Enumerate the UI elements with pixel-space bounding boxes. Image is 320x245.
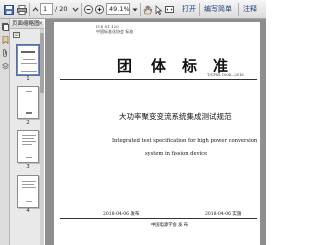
toolbar-separator [81, 3, 82, 16]
thumbnail-number: 2 [26, 120, 30, 126]
title-char-2: 体 [151, 57, 167, 75]
page-thumbnail-4[interactable] [17, 175, 39, 208]
thumbnail-number: 4 [26, 208, 30, 214]
toolbar-separator [140, 3, 141, 16]
prev-page-icon[interactable] [31, 3, 39, 16]
sign-link[interactable]: 编写简单 [204, 4, 232, 14]
bookmarks-panel-icon[interactable] [1, 35, 9, 44]
hand-tool-icon[interactable] [142, 3, 152, 16]
thumbnail-sidebar: 页面缩略图 × 1 2 3 4 [0, 19, 44, 245]
open-link[interactable]: 打开 [182, 4, 196, 14]
toolbar: 1 / 20 49.1% 打开 编写简单 注释 [0, 0, 266, 19]
page-thumbnail-1[interactable] [16, 44, 40, 76]
next-page-icon[interactable] [71, 3, 79, 16]
english-title-line-2: system in fission device [145, 151, 208, 157]
save-icon[interactable] [3, 3, 14, 16]
select-tool-icon[interactable] [153, 3, 163, 16]
sidebar-header: 页面缩略图 × [10, 19, 44, 29]
standard-number: T/CPSS 1004—2018 [207, 73, 244, 77]
english-title-line-1: Integrated test specification for high p… [112, 138, 258, 144]
publish-date: 2018-04-06 发布 [103, 212, 140, 217]
close-sidebar-icon[interactable]: × [38, 19, 43, 28]
page-number-input[interactable]: 1 [40, 3, 53, 15]
zoom-level-field[interactable]: 49.1% [106, 3, 130, 15]
toolbar-separator [238, 3, 239, 16]
thumbnail-number: 3 [26, 164, 30, 170]
toolbar-separator [199, 3, 200, 16]
thumbnail-number: 1 [26, 76, 30, 82]
comment-link[interactable]: 注释 [243, 4, 257, 14]
issuer: 中国电源学会 发 布 [151, 223, 189, 228]
thumbnail-options-icon[interactable] [12, 31, 20, 38]
page-thumbnail-2[interactable] [17, 86, 39, 119]
chinese-title: 大功率聚变变流系统集成测试规范 [119, 112, 232, 121]
toolbar-separator [29, 3, 30, 16]
sidebar-scrollbar[interactable] [40, 29, 44, 245]
pages-panel-icon[interactable] [1, 22, 9, 31]
navigation-tabs [0, 19, 10, 245]
title-char-3: 标 [182, 57, 198, 75]
attachments-panel-icon[interactable] [1, 48, 9, 57]
zoom-in-icon[interactable] [94, 3, 104, 16]
zoom-out-icon[interactable] [83, 3, 93, 16]
standards-body-line: 中国标准化协会 标准 [96, 29, 134, 34]
print-icon[interactable] [16, 3, 27, 16]
zoom-dropdown-icon[interactable] [131, 3, 138, 16]
title-char-1: 团 [117, 57, 134, 75]
footer-divider [60, 218, 257, 219]
sidebar-title: 页面缩略图 [12, 21, 40, 27]
title-divider [60, 79, 257, 80]
fit-width-icon[interactable] [164, 3, 174, 16]
page-thumbnail-3[interactable] [17, 130, 39, 163]
implement-date: 2018-04-06 实施 [205, 212, 242, 217]
page-total: / 20 [55, 5, 68, 13]
layers-panel-icon[interactable] [1, 61, 9, 70]
sidebar-scrollbar-thumb[interactable] [40, 33, 44, 93]
